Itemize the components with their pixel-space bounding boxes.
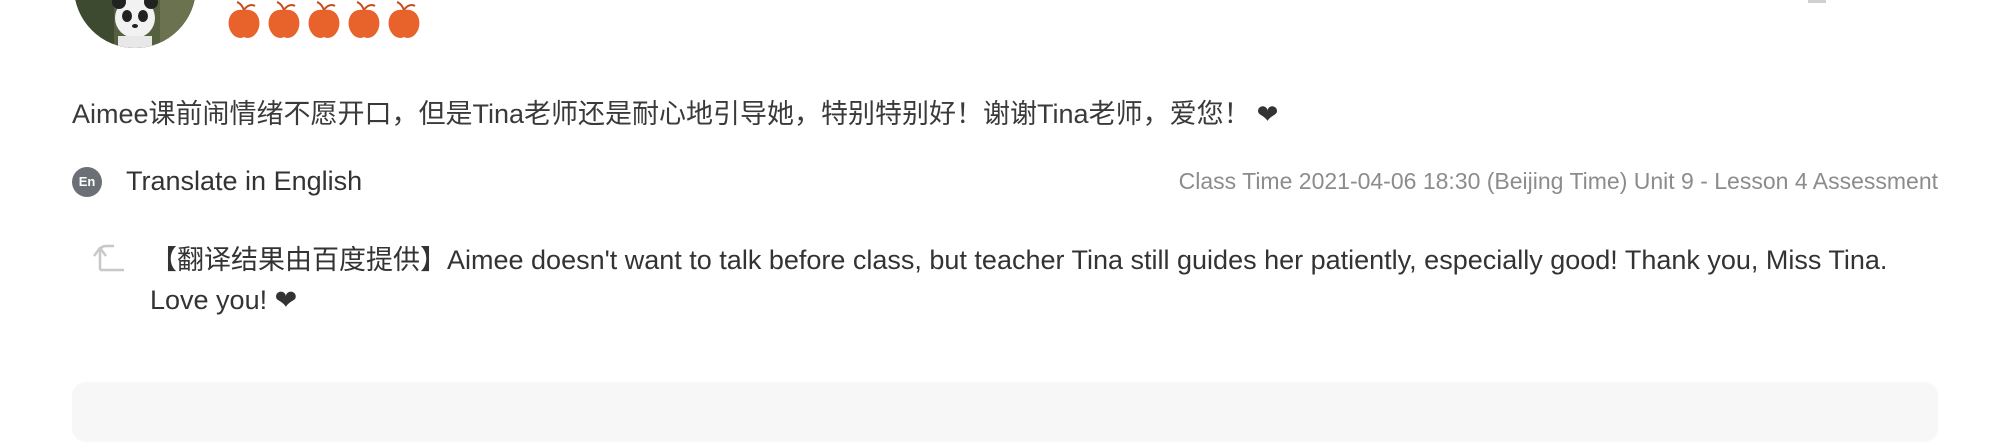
reply-arrow-icon [93,244,124,272]
heart-icon: ❤ [1256,99,1279,129]
peach-icon [308,1,340,38]
class-info: Class Time 2021-04-06 18:30 (Beijing Tim… [1178,168,1938,194]
review-text: Aimee课前闹情绪不愿开口，但是Tina老师还是耐心地引导她，特别特别好！谢谢… [72,96,1278,132]
peach-icon [228,1,260,38]
translate-label: Translate in English [126,166,363,196]
rating-stars [226,0,422,40]
peach-icon [388,1,420,38]
translation-content: 【翻译结果由百度提供】Aimee doesn't want to talk be… [150,245,1888,315]
avatar [74,0,196,48]
menu-handle[interactable] [1808,0,1826,3]
heart-icon: ❤ [274,285,298,315]
translation-text: 【翻译结果由百度提供】Aimee doesn't want to talk be… [150,240,1940,320]
peach-icon [348,1,380,38]
peach-icon [268,1,300,38]
translate-button[interactable]: En Translate in English [72,166,362,197]
english-translate-icon: En [72,166,102,197]
review-content: Aimee课前闹情绪不愿开口，但是Tina老师还是耐心地引导她，特别特别好！谢谢… [72,99,1251,129]
next-review-card [72,382,1938,442]
